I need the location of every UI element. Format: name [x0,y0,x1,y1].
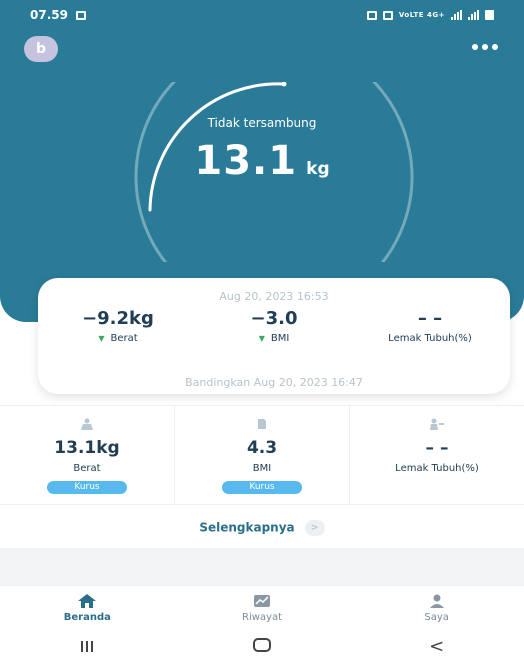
nav-item-saya[interactable]: Saya [349,590,524,630]
gauge-marker [281,82,287,87]
recent-apps-button[interactable] [0,637,175,656]
chevron-right-icon: > [304,520,325,536]
connection-status: Tidak tersambung [207,116,317,130]
see-more-link[interactable]: Selengkapnya > [0,520,524,536]
back-button[interactable]: < [349,636,524,657]
stat-bmi[interactable]: 4.3 BMI Kurus [174,406,349,504]
metric-value: −3.0 [250,308,298,329]
vibrate-icon [382,10,393,20]
stat-label: BMI [252,463,272,474]
weight-value: 13.1 [194,138,298,184]
see-more-label: Selengkapnya [199,520,295,535]
notification-icon [75,10,86,20]
stat-body-fat[interactable]: – – Lemak Tubuh(%) [349,406,524,504]
avatar[interactable]: b [24,36,58,62]
metric-value: – – [417,308,443,329]
home-icon [78,594,97,608]
stat-weight[interactable]: 13.1kg Berat Kurus [0,406,174,504]
system-nav-bar: < [0,632,524,660]
trend-down-icon: ▼ [258,334,265,343]
nav-label: Beranda [63,612,111,623]
battery-icon [485,10,494,20]
nav-item-riwayat[interactable]: Riwayat [175,590,350,630]
metric-bmi-change: −3.0 ▼ BMI [204,308,344,344]
weight-display: 13.1 kg [0,138,524,184]
metric-label: ▼ BMI [258,333,290,344]
stat-value: 13.1kg [54,438,120,458]
status-badge: Kurus [222,481,302,494]
status-time: 07.59 [30,8,68,22]
nav-label: Riwayat [242,612,282,623]
home-pill-icon [253,637,271,652]
stat-label: Lemak Tubuh(%) [395,463,479,474]
alarm-icon [366,10,377,20]
network-type: VoLTE 4G+ [398,11,445,19]
status-bar: 07.59 VoLTE 4G+ [0,0,524,30]
comparison-date: Aug 20, 2023 16:53 [219,290,329,303]
back-icon: < [429,635,445,657]
signal-icon [451,10,462,20]
status-badge: Kurus [47,481,127,494]
stat-value: 4.3 [246,438,278,458]
stat-label: Berat [73,463,101,474]
stat-value: – – [425,438,449,458]
scale-person-icon [81,418,93,430]
weight-unit: kg [306,159,330,179]
metric-label: Lemak Tubuh(%) [388,333,472,344]
comparison-reference: Bandingkan Aug 20, 2023 16:47 [185,376,363,389]
metric-label: ▼ Berat [98,333,138,344]
body-fat-icon [430,418,444,430]
metric-value: −9.2kg [82,308,154,329]
signal-icon-2 [468,10,479,20]
nav-item-beranda[interactable]: Beranda [0,590,175,630]
avatar-initial: b [35,41,47,57]
bmi-icon [258,419,266,429]
metric-weight-change: −9.2kg ▼ Berat [48,308,188,344]
bottom-nav: Beranda Riwayat Saya [0,590,524,630]
section-divider [0,548,524,586]
home-button[interactable] [175,637,350,656]
stats-grid: 13.1kg Berat Kurus 4.3 BMI Kurus – – Lem… [0,405,524,505]
more-dots-icon[interactable] [472,44,498,50]
metric-body-fat-change: – – Lemak Tubuh(%) [360,308,500,344]
comparison-card: Aug 20, 2023 16:53 −9.2kg ▼ Berat −3.0 ▼ B… [38,278,510,394]
trend-down-icon: ▼ [98,334,105,343]
recent-apps-icon [81,640,94,652]
person-icon [429,594,444,608]
nav-label: Saya [424,612,449,623]
chart-icon [254,595,270,607]
